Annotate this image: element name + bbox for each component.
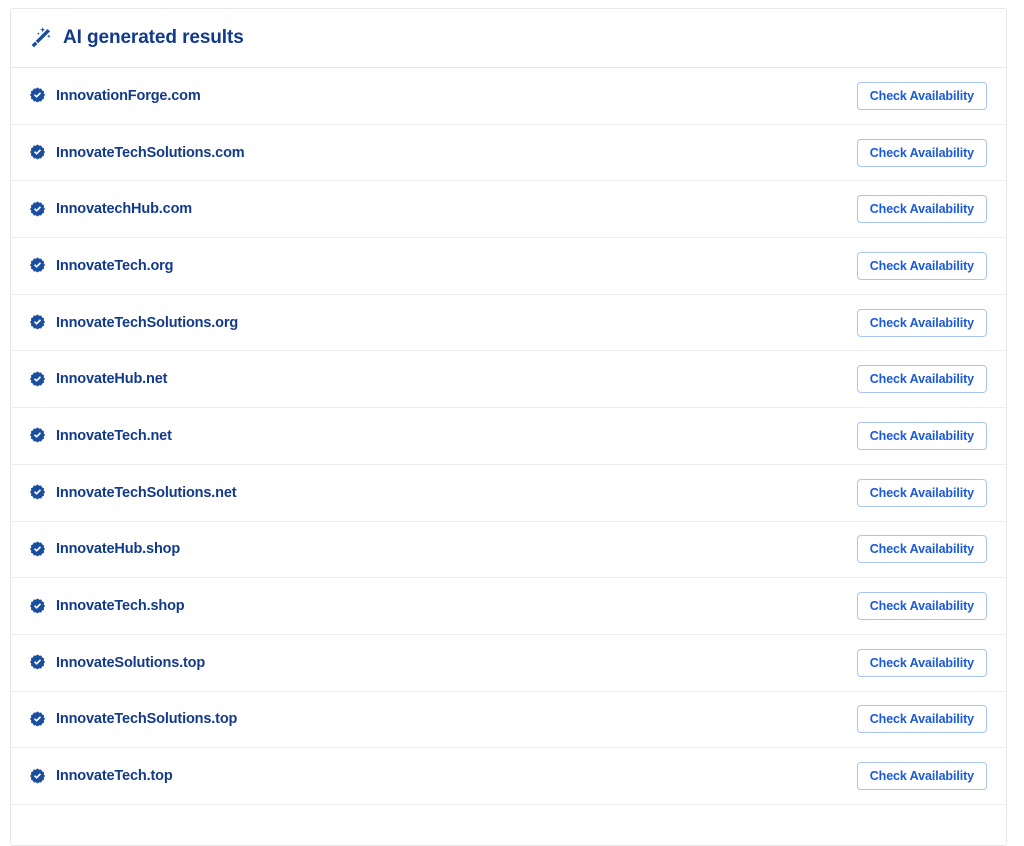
- table-row-3[interactable]: InnovateTech.org Check Availability: [11, 238, 1006, 295]
- check-availability-button[interactable]: Check Availability: [856, 535, 987, 564]
- badge-check-icon: [29, 87, 56, 104]
- row-domain-group: InnovateTechSolutions.top: [29, 711, 857, 728]
- check-availability-button[interactable]: Check Availability: [856, 478, 987, 507]
- domain-name: InnovateHub.net: [56, 371, 168, 388]
- badge-check-icon: [29, 484, 56, 501]
- table-row-0[interactable]: InnovationForge.com Check Availability: [11, 68, 1006, 125]
- row-domain-group: InnovateTech.org: [29, 257, 857, 274]
- badge-check-icon: [29, 371, 56, 388]
- row-domain-group: InnovateHub.net: [29, 371, 857, 388]
- badge-check-icon: [29, 201, 56, 218]
- domain-name: InnovateTech.shop: [56, 598, 185, 615]
- domain-name: InnovateTechSolutions.org: [56, 314, 239, 331]
- table-row-7[interactable]: InnovateTechSolutions.net Check Availabi…: [11, 464, 1006, 522]
- domain-name: InnovateTechSolutions.net: [56, 484, 237, 501]
- table-row-4[interactable]: InnovateTechSolutions.org Check Availabi…: [11, 294, 1006, 352]
- row-domain-group: InnovatechHub.com: [29, 201, 857, 218]
- domain-name: InnovateHub.shop: [56, 541, 181, 558]
- table-row-2[interactable]: InnovatechHub.com Check Availability: [11, 181, 1006, 239]
- badge-check-icon: [29, 427, 56, 444]
- badge-check-icon: [29, 541, 56, 558]
- check-availability-button[interactable]: Check Availability: [856, 138, 987, 167]
- domain-name: InnovateTechSolutions.top: [56, 711, 238, 728]
- row-domain-group: InnovateTechSolutions.net: [29, 484, 857, 501]
- domain-name: InnovateTech.top: [56, 768, 173, 785]
- domain-name: InnovateTech.org: [56, 257, 174, 274]
- badge-check-icon: [29, 711, 56, 728]
- check-availability-button[interactable]: Check Availability: [856, 421, 987, 450]
- results-list: InnovationForge.com Check Availability I…: [11, 68, 1006, 805]
- row-domain-group: InnovateTechSolutions.org: [29, 314, 857, 331]
- table-row-10[interactable]: InnovateSolutions.top Check Availability: [11, 634, 1006, 692]
- badge-check-icon: [29, 314, 56, 331]
- domain-name: InnovateSolutions.top: [56, 654, 206, 671]
- row-domain-group: InnovateTech.top: [29, 768, 857, 785]
- check-availability-button[interactable]: Check Availability: [856, 762, 987, 791]
- domain-name: InnovateTech.net: [56, 427, 172, 444]
- ai-generated-results-panel: AI generated results InnovationForge.com…: [10, 8, 1007, 846]
- table-row-1[interactable]: InnovateTechSolutions.com Check Availabi…: [11, 124, 1006, 182]
- magic-wand-icon: [29, 26, 63, 50]
- badge-check-icon: [29, 768, 56, 785]
- domain-name: InnovatechHub.com: [56, 201, 193, 218]
- table-row-9[interactable]: InnovateTech.shop Check Availability: [11, 578, 1006, 635]
- check-availability-button[interactable]: Check Availability: [856, 705, 987, 734]
- row-domain-group: InnovateTechSolutions.com: [29, 144, 857, 161]
- row-domain-group: InnovateSolutions.top: [29, 654, 857, 671]
- badge-check-icon: [29, 597, 56, 615]
- badge-check-icon: [29, 257, 56, 274]
- badge-check-icon: [29, 144, 56, 161]
- check-availability-button[interactable]: Check Availability: [856, 648, 987, 677]
- row-domain-group: InnovateHub.shop: [29, 541, 857, 558]
- check-availability-button[interactable]: Check Availability: [856, 195, 987, 224]
- table-row-12[interactable]: InnovateTech.top Check Availability: [11, 748, 1006, 805]
- table-row-6[interactable]: InnovateTech.net Check Availability: [11, 408, 1006, 465]
- badge-check-icon: [29, 654, 56, 671]
- check-availability-button[interactable]: Check Availability: [856, 81, 987, 110]
- page-title: AI generated results: [63, 27, 244, 48]
- row-domain-group: InnovateTech.net: [29, 427, 857, 444]
- domain-name: InnovationForge.com: [56, 87, 201, 104]
- partial-row-clipped: [11, 804, 1006, 845]
- table-row-11[interactable]: InnovateTechSolutions.top Check Availabi…: [11, 691, 1006, 749]
- row-domain-group: InnovateTech.shop: [29, 597, 857, 615]
- check-availability-button[interactable]: Check Availability: [856, 592, 987, 621]
- check-availability-button[interactable]: Check Availability: [856, 365, 987, 394]
- check-availability-button[interactable]: Check Availability: [856, 251, 987, 280]
- domain-name: InnovateTechSolutions.com: [56, 144, 245, 161]
- check-availability-button[interactable]: Check Availability: [856, 308, 987, 337]
- row-domain-group: InnovationForge.com: [29, 87, 857, 104]
- table-row-5[interactable]: InnovateHub.net Check Availability: [11, 351, 1006, 409]
- table-row-8[interactable]: InnovateHub.shop Check Availability: [11, 521, 1006, 579]
- panel-header: AI generated results: [11, 9, 1006, 68]
